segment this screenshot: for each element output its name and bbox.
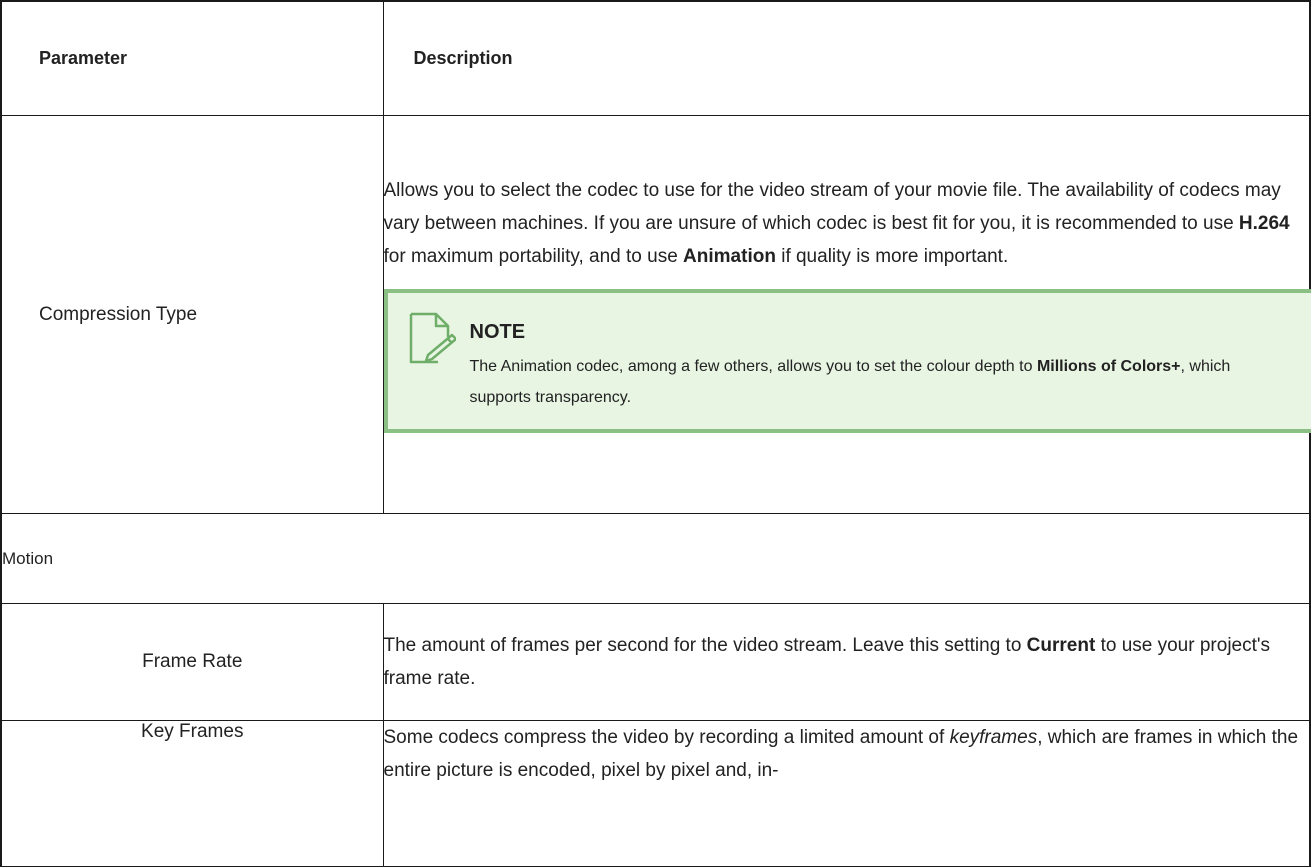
- table-row-key-frames: Key Frames Some codecs compress the vide…: [1, 721, 1310, 867]
- param-compression-type: Compression Type: [1, 116, 383, 514]
- parameters-table: Parameter Description Compression Type A…: [0, 0, 1311, 867]
- section-motion: Motion: [1, 514, 1310, 604]
- description-key-frames: Some codecs compress the video by record…: [383, 721, 1310, 867]
- table-row-frame-rate: Frame Rate The amount of frames per seco…: [1, 604, 1310, 721]
- header-description: Description: [383, 1, 1310, 116]
- note-pencil-icon: [408, 311, 456, 365]
- note-box: NOTE The Animation codec, among a few ot…: [384, 289, 1311, 433]
- param-frame-rate: Frame Rate: [1, 604, 383, 721]
- note-title: NOTE: [470, 317, 1293, 347]
- compression-type-description-text: Allows you to select the codec to use fo…: [384, 174, 1310, 273]
- description-compression-type: Allows you to select the codec to use fo…: [383, 116, 1310, 514]
- table-header-row: Parameter Description: [1, 1, 1310, 116]
- description-frame-rate: The amount of frames per second for the …: [383, 604, 1310, 721]
- header-parameter: Parameter: [1, 1, 383, 116]
- table-row-motion-section: Motion: [1, 514, 1310, 604]
- param-key-frames: Key Frames: [1, 721, 383, 867]
- table-row-compression-type: Compression Type Allows you to select th…: [1, 116, 1310, 514]
- note-text: The Animation codec, among a few others,…: [470, 351, 1293, 413]
